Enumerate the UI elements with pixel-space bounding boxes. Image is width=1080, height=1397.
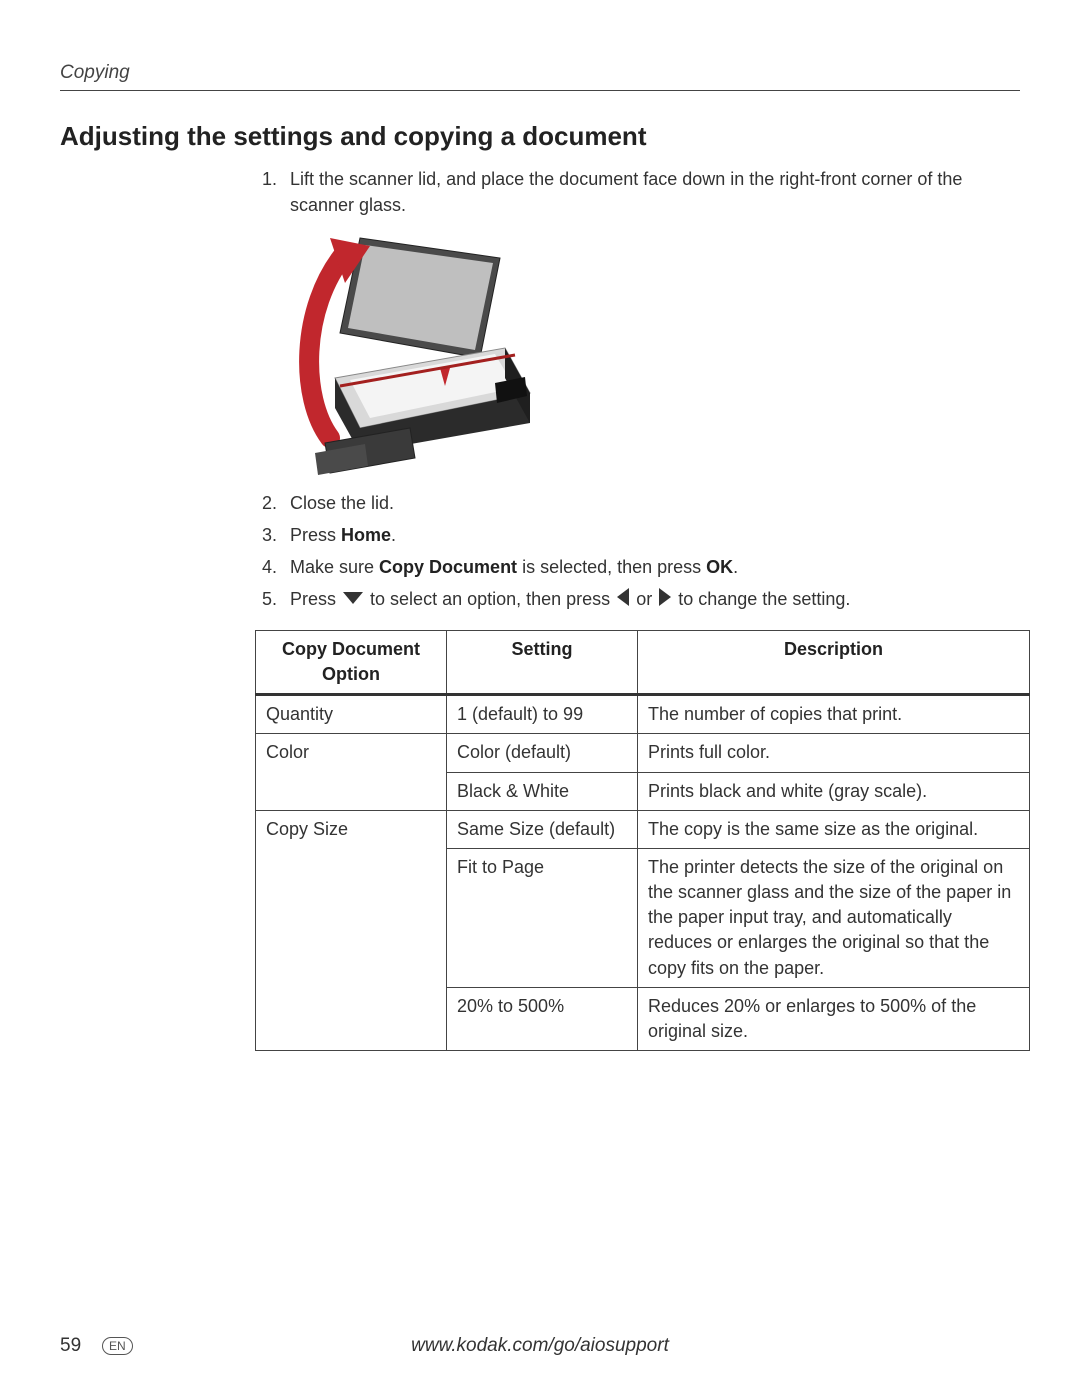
copy-options-table: Copy Document Option Setting Description… <box>255 630 1030 1051</box>
cell-desc: Prints full color. <box>638 734 1030 772</box>
arrow-right-icon <box>659 587 671 613</box>
printer-illustration-icon: Printer with scanner lid open and docume… <box>290 228 550 478</box>
step-number: 5. <box>262 586 277 612</box>
cell-setting: 1 (default) to 99 <box>447 695 638 734</box>
step-5: 5. Press to select an option, then press… <box>290 586 1020 613</box>
manual-page: Copying Adjusting the settings and copyi… <box>0 0 1080 1397</box>
cell-setting: Fit to Page <box>447 848 638 987</box>
language-badge: EN <box>102 1337 133 1355</box>
step-text: . <box>391 525 396 545</box>
step-text: Press <box>290 525 341 545</box>
printer-figure: Printer with scanner lid open and docume… <box>290 228 1020 478</box>
table-row: Copy Size Same Size (default) The copy i… <box>256 810 1030 848</box>
step-number: 4. <box>262 554 277 580</box>
step-text: Lift the scanner lid, and place the docu… <box>290 169 962 215</box>
cell-desc: The copy is the same size as the origina… <box>638 810 1030 848</box>
cell-setting: Black & White <box>447 772 638 810</box>
col-setting: Setting <box>447 630 638 694</box>
steps-list: 1. Lift the scanner lid, and place the d… <box>60 166 1020 614</box>
step-text: or <box>636 589 657 609</box>
cell-desc: The number of copies that print. <box>638 695 1030 734</box>
step-number: 2. <box>262 490 277 516</box>
arrow-left-icon <box>617 587 629 613</box>
cell-desc: Prints black and white (gray scale). <box>638 772 1030 810</box>
cell-option: Color <box>256 734 447 810</box>
page-number: 59 <box>60 1335 81 1357</box>
step-text: . <box>733 557 738 577</box>
cell-option: Copy Size <box>256 810 447 1051</box>
col-description: Description <box>638 630 1030 694</box>
cell-setting: Same Size (default) <box>447 810 638 848</box>
arrow-down-icon <box>343 587 363 613</box>
support-url: www.kodak.com/go/aiosupport <box>411 1335 669 1356</box>
step-4: 4. Make sure Copy Document is selected, … <box>290 554 1020 580</box>
page-footer: 59 EN www.kodak.com/go/aiosupport <box>60 1335 1020 1357</box>
cell-setting: Color (default) <box>447 734 638 772</box>
step-text: is selected, then press <box>517 557 706 577</box>
table-header-row: Copy Document Option Setting Description <box>256 630 1030 694</box>
step-number: 1. <box>262 166 277 192</box>
step-number: 3. <box>262 522 277 548</box>
cell-option: Quantity <box>256 695 447 734</box>
table-row: Quantity 1 (default) to 99 The number of… <box>256 695 1030 734</box>
cell-setting: 20% to 500% <box>447 987 638 1050</box>
table-row: Color Color (default) Prints full color. <box>256 734 1030 772</box>
cell-desc: Reduces 20% or enlarges to 500% of the o… <box>638 987 1030 1050</box>
step-text: Press <box>290 589 341 609</box>
step-text: to select an option, then press <box>370 589 615 609</box>
step-text: Make sure <box>290 557 379 577</box>
step-3: 3. Press Home. <box>290 522 1020 548</box>
section-title: Adjusting the settings and copying a doc… <box>60 121 1020 152</box>
step-1: 1. Lift the scanner lid, and place the d… <box>290 166 1020 478</box>
running-header: Copying <box>60 62 1020 91</box>
copy-document-label: Copy Document <box>379 557 517 577</box>
step-text: to change the setting. <box>678 589 850 609</box>
col-option: Copy Document Option <box>256 630 447 694</box>
step-2: 2. Close the lid. <box>290 490 1020 516</box>
home-button-label: Home <box>341 525 391 545</box>
cell-desc: The printer detects the size of the orig… <box>638 848 1030 987</box>
ok-button-label: OK <box>706 557 733 577</box>
step-text: Close the lid. <box>290 493 394 513</box>
